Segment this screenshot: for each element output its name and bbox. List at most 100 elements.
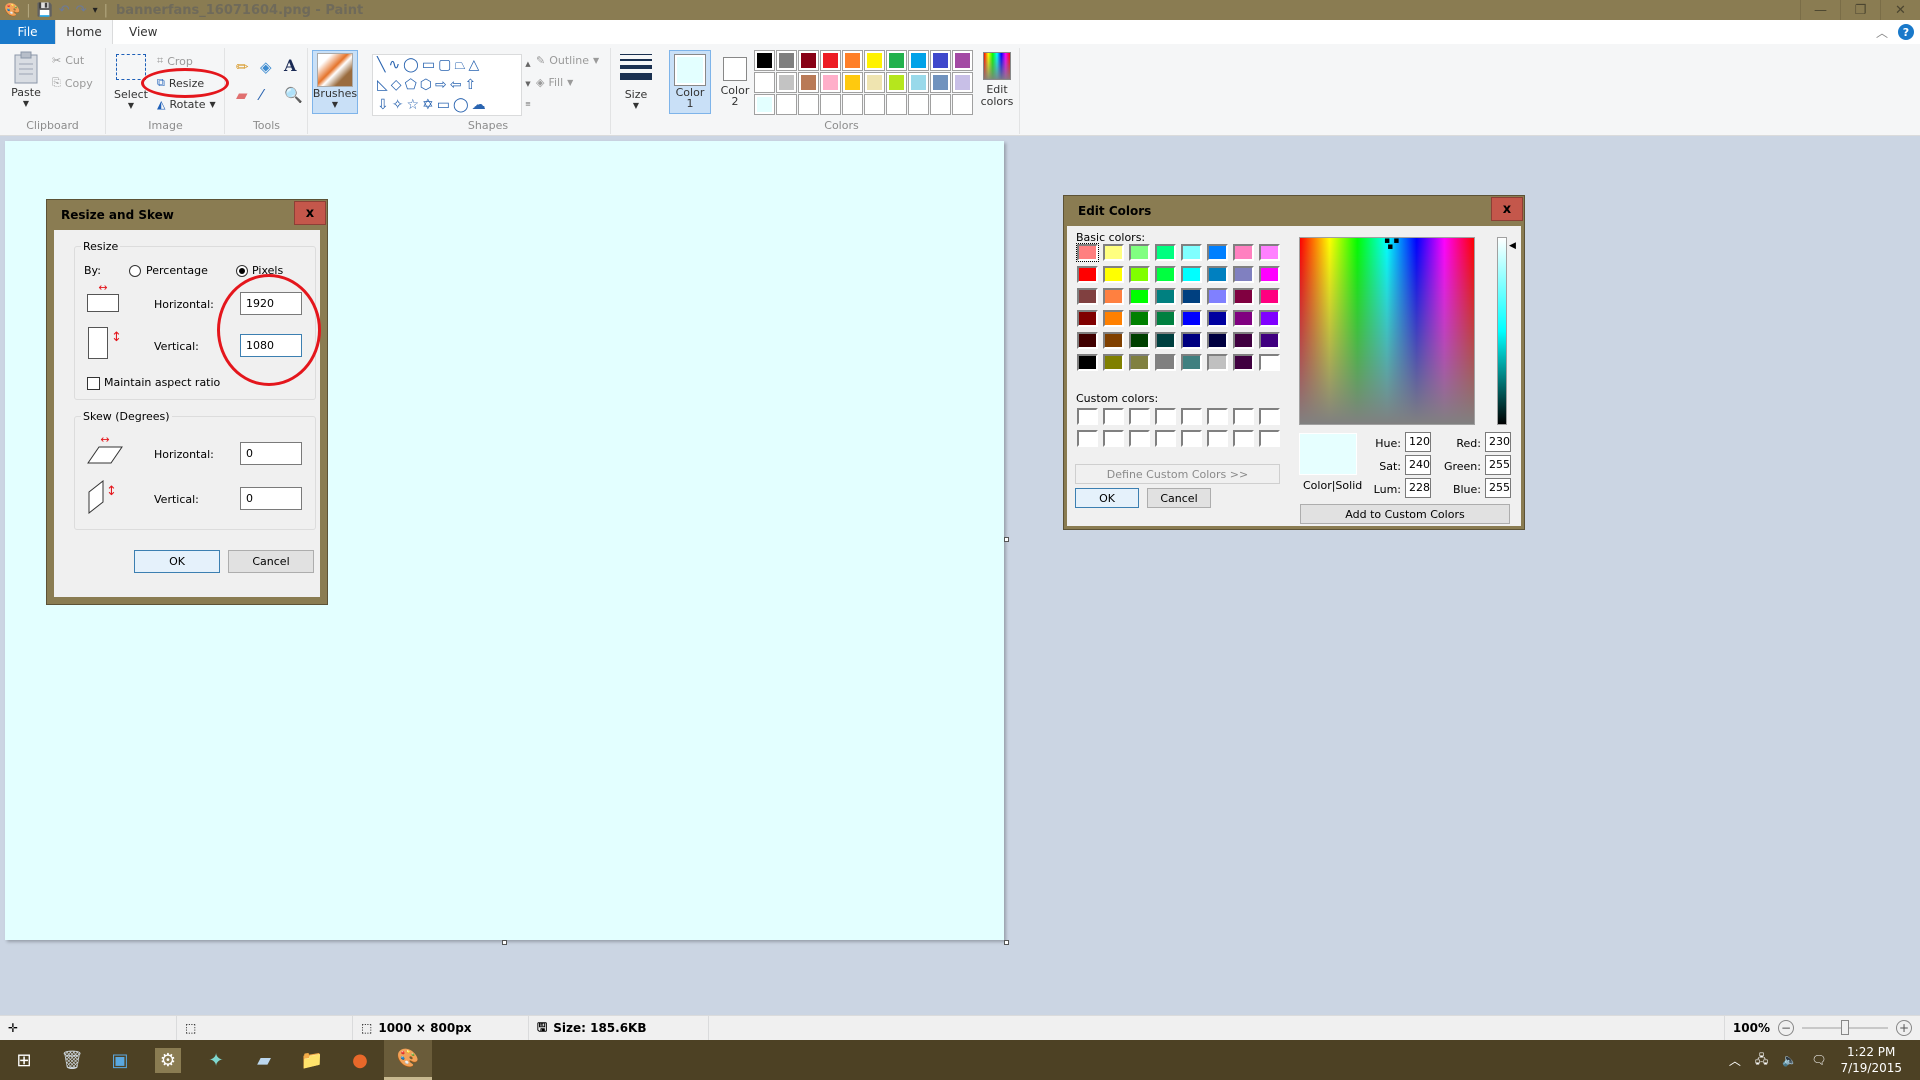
basic-color-swatch[interactable]	[1233, 266, 1254, 283]
percentage-radio[interactable]	[129, 265, 141, 277]
palette-swatch[interactable]	[930, 72, 951, 93]
resize-handle-corner[interactable]	[1004, 940, 1009, 945]
dialog-close-button[interactable]: x	[1491, 197, 1523, 221]
basic-color-swatch[interactable]	[1181, 266, 1202, 283]
custom-color-swatch[interactable]	[1233, 430, 1254, 447]
basic-color-swatch[interactable]	[1103, 266, 1124, 283]
clock[interactable]: 1:22 PM 7/19/2015	[1840, 1044, 1902, 1076]
shapes-gallery[interactable]: ╲∿◯▭▢⏢△ ◺◇⬠⬡⇨⇦⇧ ⇩✧☆✡▭◯☁	[372, 54, 522, 116]
collapse-ribbon-icon[interactable]: ︿	[1876, 24, 1888, 41]
triangle-shape-icon[interactable]: △	[469, 57, 483, 73]
network-icon[interactable]: 🖧	[1755, 1050, 1768, 1071]
magnifier-icon[interactable]: 🔍	[284, 86, 303, 104]
palette-swatch[interactable]	[864, 50, 885, 71]
basic-color-swatch[interactable]	[1129, 310, 1150, 327]
copy-button[interactable]: ⎘ Copy	[52, 76, 93, 90]
basic-color-swatch[interactable]	[1129, 288, 1150, 305]
custom-color-swatch[interactable]	[1129, 430, 1150, 447]
custom-color-swatch[interactable]	[1155, 430, 1176, 447]
sat-input[interactable]: 240	[1405, 455, 1431, 475]
zoom-in-button[interactable]: +	[1896, 1020, 1912, 1036]
basic-color-swatch[interactable]	[1233, 310, 1254, 327]
dialog-close-button[interactable]: x	[294, 201, 326, 225]
customize-qat-icon[interactable]: ▾	[93, 5, 98, 16]
custom-color-swatch[interactable]	[1259, 430, 1280, 447]
fill-bucket-icon[interactable]: ◈	[260, 58, 272, 76]
settings-icon[interactable]: ⚙	[144, 1040, 192, 1080]
custom-color-swatch[interactable]	[1207, 430, 1228, 447]
line-shape-icon[interactable]: ╲	[377, 57, 388, 73]
rounded-rect-shape-icon[interactable]: ▢	[438, 57, 454, 73]
resize-handle-right[interactable]	[1004, 537, 1009, 542]
basic-color-swatch[interactable]	[1181, 244, 1202, 261]
basic-color-swatch[interactable]	[1233, 244, 1254, 261]
left-arrow-shape-icon[interactable]: ⇦	[450, 77, 465, 93]
custom-color-swatch[interactable]	[1259, 408, 1280, 425]
paint-app-icon[interactable]: 🎨	[4, 3, 20, 18]
callout-rect-icon[interactable]: ▭	[437, 97, 453, 113]
palette-swatch[interactable]	[798, 72, 819, 93]
paste-button[interactable]: Paste ▼	[8, 50, 44, 108]
palette-swatch[interactable]	[820, 94, 841, 115]
zoom-out-button[interactable]: −	[1778, 1020, 1794, 1036]
custom-color-swatch[interactable]	[1181, 430, 1202, 447]
palette-swatch[interactable]	[952, 50, 973, 71]
fill-button[interactable]: ◈ Fill ▼	[536, 76, 573, 89]
maintain-aspect-checkbox[interactable]	[87, 377, 100, 390]
palette-swatch[interactable]	[930, 50, 951, 71]
green-input[interactable]: 255	[1485, 455, 1511, 475]
help-icon[interactable]: ?	[1898, 24, 1914, 40]
skew-horizontal-input[interactable]: 0	[240, 442, 302, 465]
callout-cloud-icon[interactable]: ☁	[472, 97, 489, 113]
basic-color-swatch[interactable]	[1181, 288, 1202, 305]
palette-swatch[interactable]	[842, 94, 863, 115]
size-button[interactable]: Size ▼	[616, 52, 656, 110]
basic-color-swatch[interactable]	[1207, 354, 1228, 371]
redo-icon[interactable]: ↷	[76, 3, 87, 18]
lum-input[interactable]: 228	[1405, 478, 1431, 498]
app-puzzle-icon[interactable]: ✦	[192, 1040, 240, 1080]
basic-color-swatch[interactable]	[1259, 354, 1280, 371]
tab-file[interactable]: File	[0, 20, 55, 44]
save-icon[interactable]: 💾	[37, 3, 53, 18]
tray-overflow-icon[interactable]: ︿	[1729, 1052, 1741, 1069]
color1-button[interactable]: Color 1	[669, 50, 711, 114]
palette-swatch[interactable]	[820, 50, 841, 71]
luminosity-slider[interactable]	[1497, 237, 1507, 425]
color-spectrum-field[interactable]: ▪ ▪ ▪	[1299, 237, 1475, 425]
palette-swatch[interactable]	[886, 72, 907, 93]
close-button[interactable]: ✕	[1880, 0, 1920, 20]
edit-colors-ok-button[interactable]: OK	[1075, 488, 1139, 508]
basic-color-swatch[interactable]	[1129, 266, 1150, 283]
palette-swatch[interactable]	[864, 94, 885, 115]
palette-swatch[interactable]	[886, 50, 907, 71]
resize-handle-bottom[interactable]	[502, 940, 507, 945]
outline-button[interactable]: ✎ Outline ▼	[536, 54, 599, 67]
color2-button[interactable]: Color 2	[714, 50, 756, 114]
basic-color-swatch[interactable]	[1207, 332, 1228, 349]
right-arrow-shape-icon[interactable]: ⇨	[435, 77, 450, 93]
cut-button[interactable]: ✂ Cut	[52, 54, 84, 67]
polygon-shape-icon[interactable]: ⏢	[454, 57, 468, 73]
notepad-icon[interactable]: ▰	[240, 1040, 288, 1080]
zoom-slider-thumb[interactable]	[1841, 1020, 1849, 1035]
custom-color-swatch[interactable]	[1103, 430, 1124, 447]
luminosity-arrow-icon[interactable]: ◀	[1509, 241, 1516, 251]
diamond-shape-icon[interactable]: ◇	[391, 77, 405, 93]
basic-color-swatch[interactable]	[1129, 244, 1150, 261]
skew-vertical-input[interactable]: 0	[240, 487, 302, 510]
custom-color-swatch[interactable]	[1103, 408, 1124, 425]
undo-icon[interactable]: ↶	[59, 3, 70, 18]
basic-color-swatch[interactable]	[1103, 288, 1124, 305]
basic-color-swatch[interactable]	[1259, 266, 1280, 283]
basic-color-swatch[interactable]	[1155, 244, 1176, 261]
control-panel-icon[interactable]: ▣	[96, 1040, 144, 1080]
basic-color-swatch[interactable]	[1207, 288, 1228, 305]
hue-input[interactable]: 120	[1405, 432, 1431, 452]
palette-swatch[interactable]	[820, 72, 841, 93]
pixels-radio[interactable]	[236, 265, 248, 277]
start-button[interactable]: ⊞	[0, 1040, 48, 1080]
oval-shape-icon[interactable]: ◯	[403, 57, 422, 73]
palette-swatch[interactable]	[754, 94, 775, 115]
basic-color-swatch[interactable]	[1207, 310, 1228, 327]
